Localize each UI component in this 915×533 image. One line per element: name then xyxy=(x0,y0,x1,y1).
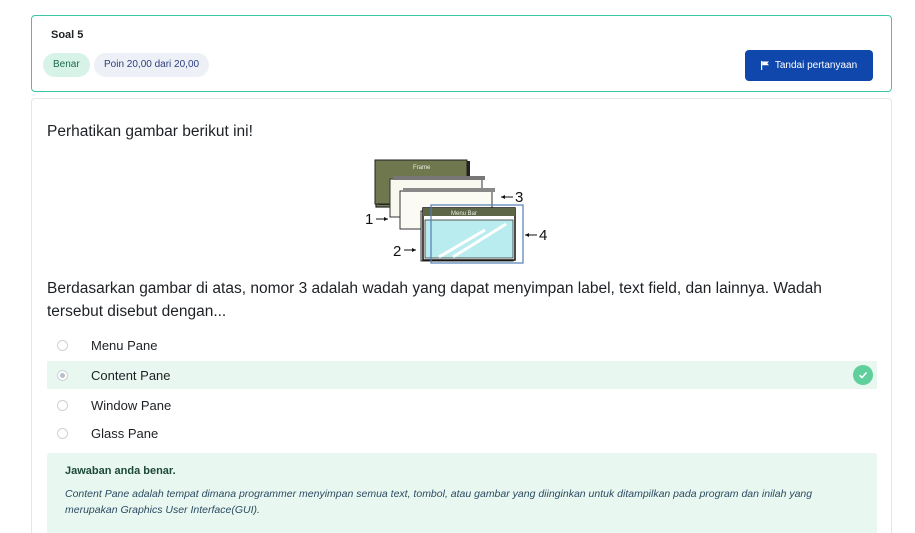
option-radio[interactable] xyxy=(57,369,68,381)
option-label: Content Pane xyxy=(91,367,171,383)
option-label: Glass Pane xyxy=(91,425,159,441)
status-badge: Benar xyxy=(43,53,90,77)
callout-1: 1 xyxy=(365,211,373,228)
option-radio[interactable] xyxy=(57,399,68,411)
flag-icon xyxy=(760,61,769,70)
option-glass-pane[interactable]: Glass Pane xyxy=(47,419,877,447)
question-number: Soal 5 xyxy=(51,29,84,41)
question-prompt: Perhatikan gambar berikut ini! xyxy=(47,123,253,140)
frame-label: Frame xyxy=(413,165,431,171)
feedback-title: Jawaban anda benar. xyxy=(65,465,176,477)
option-radio[interactable] xyxy=(57,339,68,351)
option-menu-pane[interactable]: Menu Pane xyxy=(47,331,877,359)
flag-question-button[interactable]: Tandai pertanyaan xyxy=(745,50,873,81)
question-text: Berdasarkan gambar di atas, nomor 3 adal… xyxy=(47,280,822,320)
feedback-text: Content Pane adalah tempat dimana progra… xyxy=(65,488,813,516)
callout-3: 3 xyxy=(515,189,523,206)
option-content-pane[interactable]: Content Pane xyxy=(47,361,877,389)
swing-layers-figure: Frame Menu Bar 1 2 3 4 xyxy=(365,159,547,264)
question-content-card: Perhatikan gambar berikut ini! Frame Men… xyxy=(31,98,892,533)
feedback-box: Jawaban anda benar. Content Pane adalah … xyxy=(47,453,877,533)
callout-2: 2 xyxy=(393,243,401,260)
option-radio[interactable] xyxy=(57,427,68,439)
question-info-card: Soal 5 Benar Poin 20,00 dari 20,00 Tanda… xyxy=(31,15,892,92)
points-badge: Poin 20,00 dari 20,00 xyxy=(94,53,210,77)
option-label: Window Pane xyxy=(91,397,172,413)
callout-4: 4 xyxy=(539,227,547,244)
check-icon xyxy=(853,365,873,385)
flag-question-label: Tandai pertanyaan xyxy=(774,60,858,71)
option-label: Menu Pane xyxy=(91,337,158,353)
option-window-pane[interactable]: Window Pane xyxy=(47,391,877,419)
menubar-label: Menu Bar xyxy=(451,211,477,217)
